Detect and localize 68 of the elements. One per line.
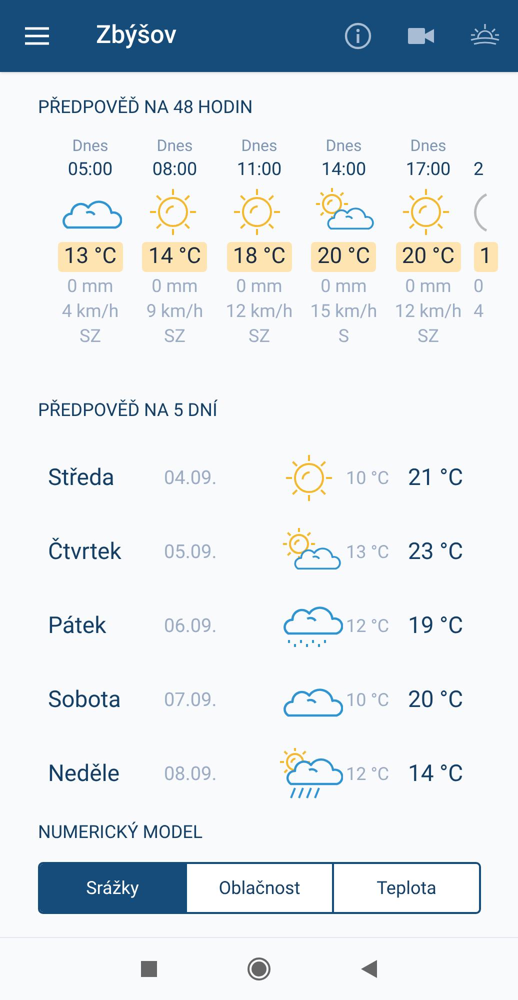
low-temperature: 12 °C bbox=[346, 614, 390, 638]
hour-label: 17:00 bbox=[406, 158, 451, 182]
wind-direction-label: SZ bbox=[248, 325, 270, 349]
segment-tab[interactable]: Srážky bbox=[40, 864, 185, 912]
menu-icon[interactable] bbox=[25, 27, 49, 45]
low-temperature: 10 °C bbox=[346, 466, 390, 490]
hour-label: 14:00 bbox=[321, 158, 366, 182]
day-name: Pátek bbox=[48, 610, 108, 641]
segment-tab[interactable]: Teplota bbox=[332, 864, 479, 912]
date-label: 06.09. bbox=[164, 612, 218, 639]
segment-tab[interactable]: Oblačnost bbox=[185, 864, 332, 912]
date-label: 05.09. bbox=[164, 538, 218, 565]
sun-rain-cloud-icon bbox=[279, 748, 343, 800]
day-label: Dnes bbox=[410, 135, 446, 157]
hour-label: 2 bbox=[474, 158, 484, 182]
wind-speed-label: 9 km/h bbox=[146, 300, 204, 324]
high-temperature: 20 °C bbox=[408, 684, 464, 715]
hour-label: 11:00 bbox=[236, 158, 282, 182]
day-label: Dnes bbox=[156, 135, 193, 157]
temperature-label: 13 °C bbox=[58, 242, 123, 272]
wind-direction-label: S bbox=[338, 325, 350, 349]
day-name: Středa bbox=[48, 462, 116, 493]
day-label: Dnes bbox=[326, 135, 362, 157]
precipitation-label: 0 mm bbox=[405, 275, 452, 299]
temperature-label: 1 bbox=[474, 242, 498, 272]
date-label: 07.09. bbox=[164, 686, 218, 713]
section-title: NUMERICKÝ MODEL bbox=[38, 820, 204, 845]
precipitation-label: 0 mm bbox=[236, 275, 282, 299]
section-title: PŘEDPOVĚĎ NA 48 HODIN bbox=[38, 96, 254, 120]
temperature-label: 20 °C bbox=[311, 242, 376, 272]
wind-direction-label: SZ bbox=[164, 325, 186, 349]
date-label: 08.09. bbox=[164, 760, 218, 787]
high-temperature: 14 °C bbox=[408, 758, 464, 789]
wind-direction-label: SZ bbox=[418, 325, 439, 349]
wind-speed-label: 4 km/h bbox=[62, 300, 119, 324]
temperature-label: 20 °C bbox=[396, 242, 461, 272]
wind-direction-label: SZ bbox=[80, 325, 101, 349]
section-title: PŘEDPOVĚĎ NA 5 DNÍ bbox=[38, 398, 218, 423]
date-label: 04.09. bbox=[164, 464, 218, 491]
day-name: Neděle bbox=[48, 758, 121, 789]
low-temperature: 10 °C bbox=[346, 688, 390, 712]
wind-speed-label: 12 km/h bbox=[394, 300, 462, 324]
day-name: Čtvrtek bbox=[48, 536, 122, 567]
temperature-label: 14 °C bbox=[142, 242, 208, 272]
temperature-label: 18 °C bbox=[226, 242, 292, 272]
precipitation-label: 0 mm bbox=[67, 275, 114, 299]
wind-speed-label: 15 km/h bbox=[310, 300, 378, 324]
info-icon[interactable] bbox=[344, 22, 372, 50]
wind-speed-label: 12 km/h bbox=[226, 300, 293, 324]
day-label: Dnes bbox=[72, 135, 108, 157]
back-nav-icon[interactable] bbox=[361, 960, 377, 978]
low-temperature: 12 °C bbox=[346, 762, 390, 786]
high-temperature: 19 °C bbox=[408, 610, 464, 641]
moon-icon bbox=[474, 192, 486, 232]
high-temperature: 23 °C bbox=[408, 536, 464, 567]
low-temperature: 13 °C bbox=[346, 540, 390, 564]
home-nav-icon[interactable] bbox=[247, 957, 271, 981]
hour-label: 08:00 bbox=[152, 158, 198, 182]
hour-label: 05:00 bbox=[68, 158, 113, 182]
high-temperature: 21 °C bbox=[408, 462, 464, 493]
app-title: Zbýšov bbox=[96, 20, 177, 52]
video-camera-icon[interactable] bbox=[408, 27, 434, 45]
day-label: Dnes bbox=[241, 135, 278, 157]
precipitation-label: 0 bbox=[474, 275, 484, 299]
precipitation-label: 0 mm bbox=[152, 275, 198, 299]
wind-speed-label: 4 bbox=[474, 300, 484, 324]
day-name: Sobota bbox=[48, 684, 122, 715]
precipitation-label: 0 mm bbox=[320, 275, 367, 299]
